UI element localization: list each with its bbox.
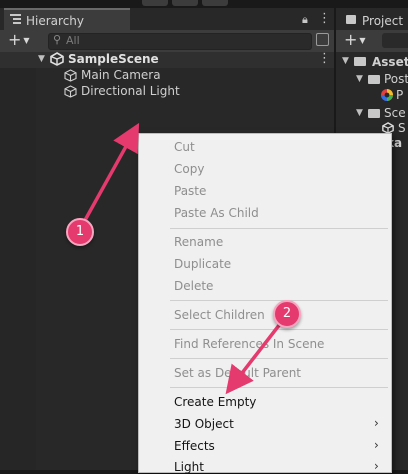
annotation-arrow-1 (82, 122, 140, 224)
annotation-badge-2: 2 (273, 300, 301, 328)
annotation-arrows (82, 122, 282, 395)
annotation-arrow-2 (225, 322, 282, 395)
annotation-badge-1: 1 (66, 218, 94, 246)
